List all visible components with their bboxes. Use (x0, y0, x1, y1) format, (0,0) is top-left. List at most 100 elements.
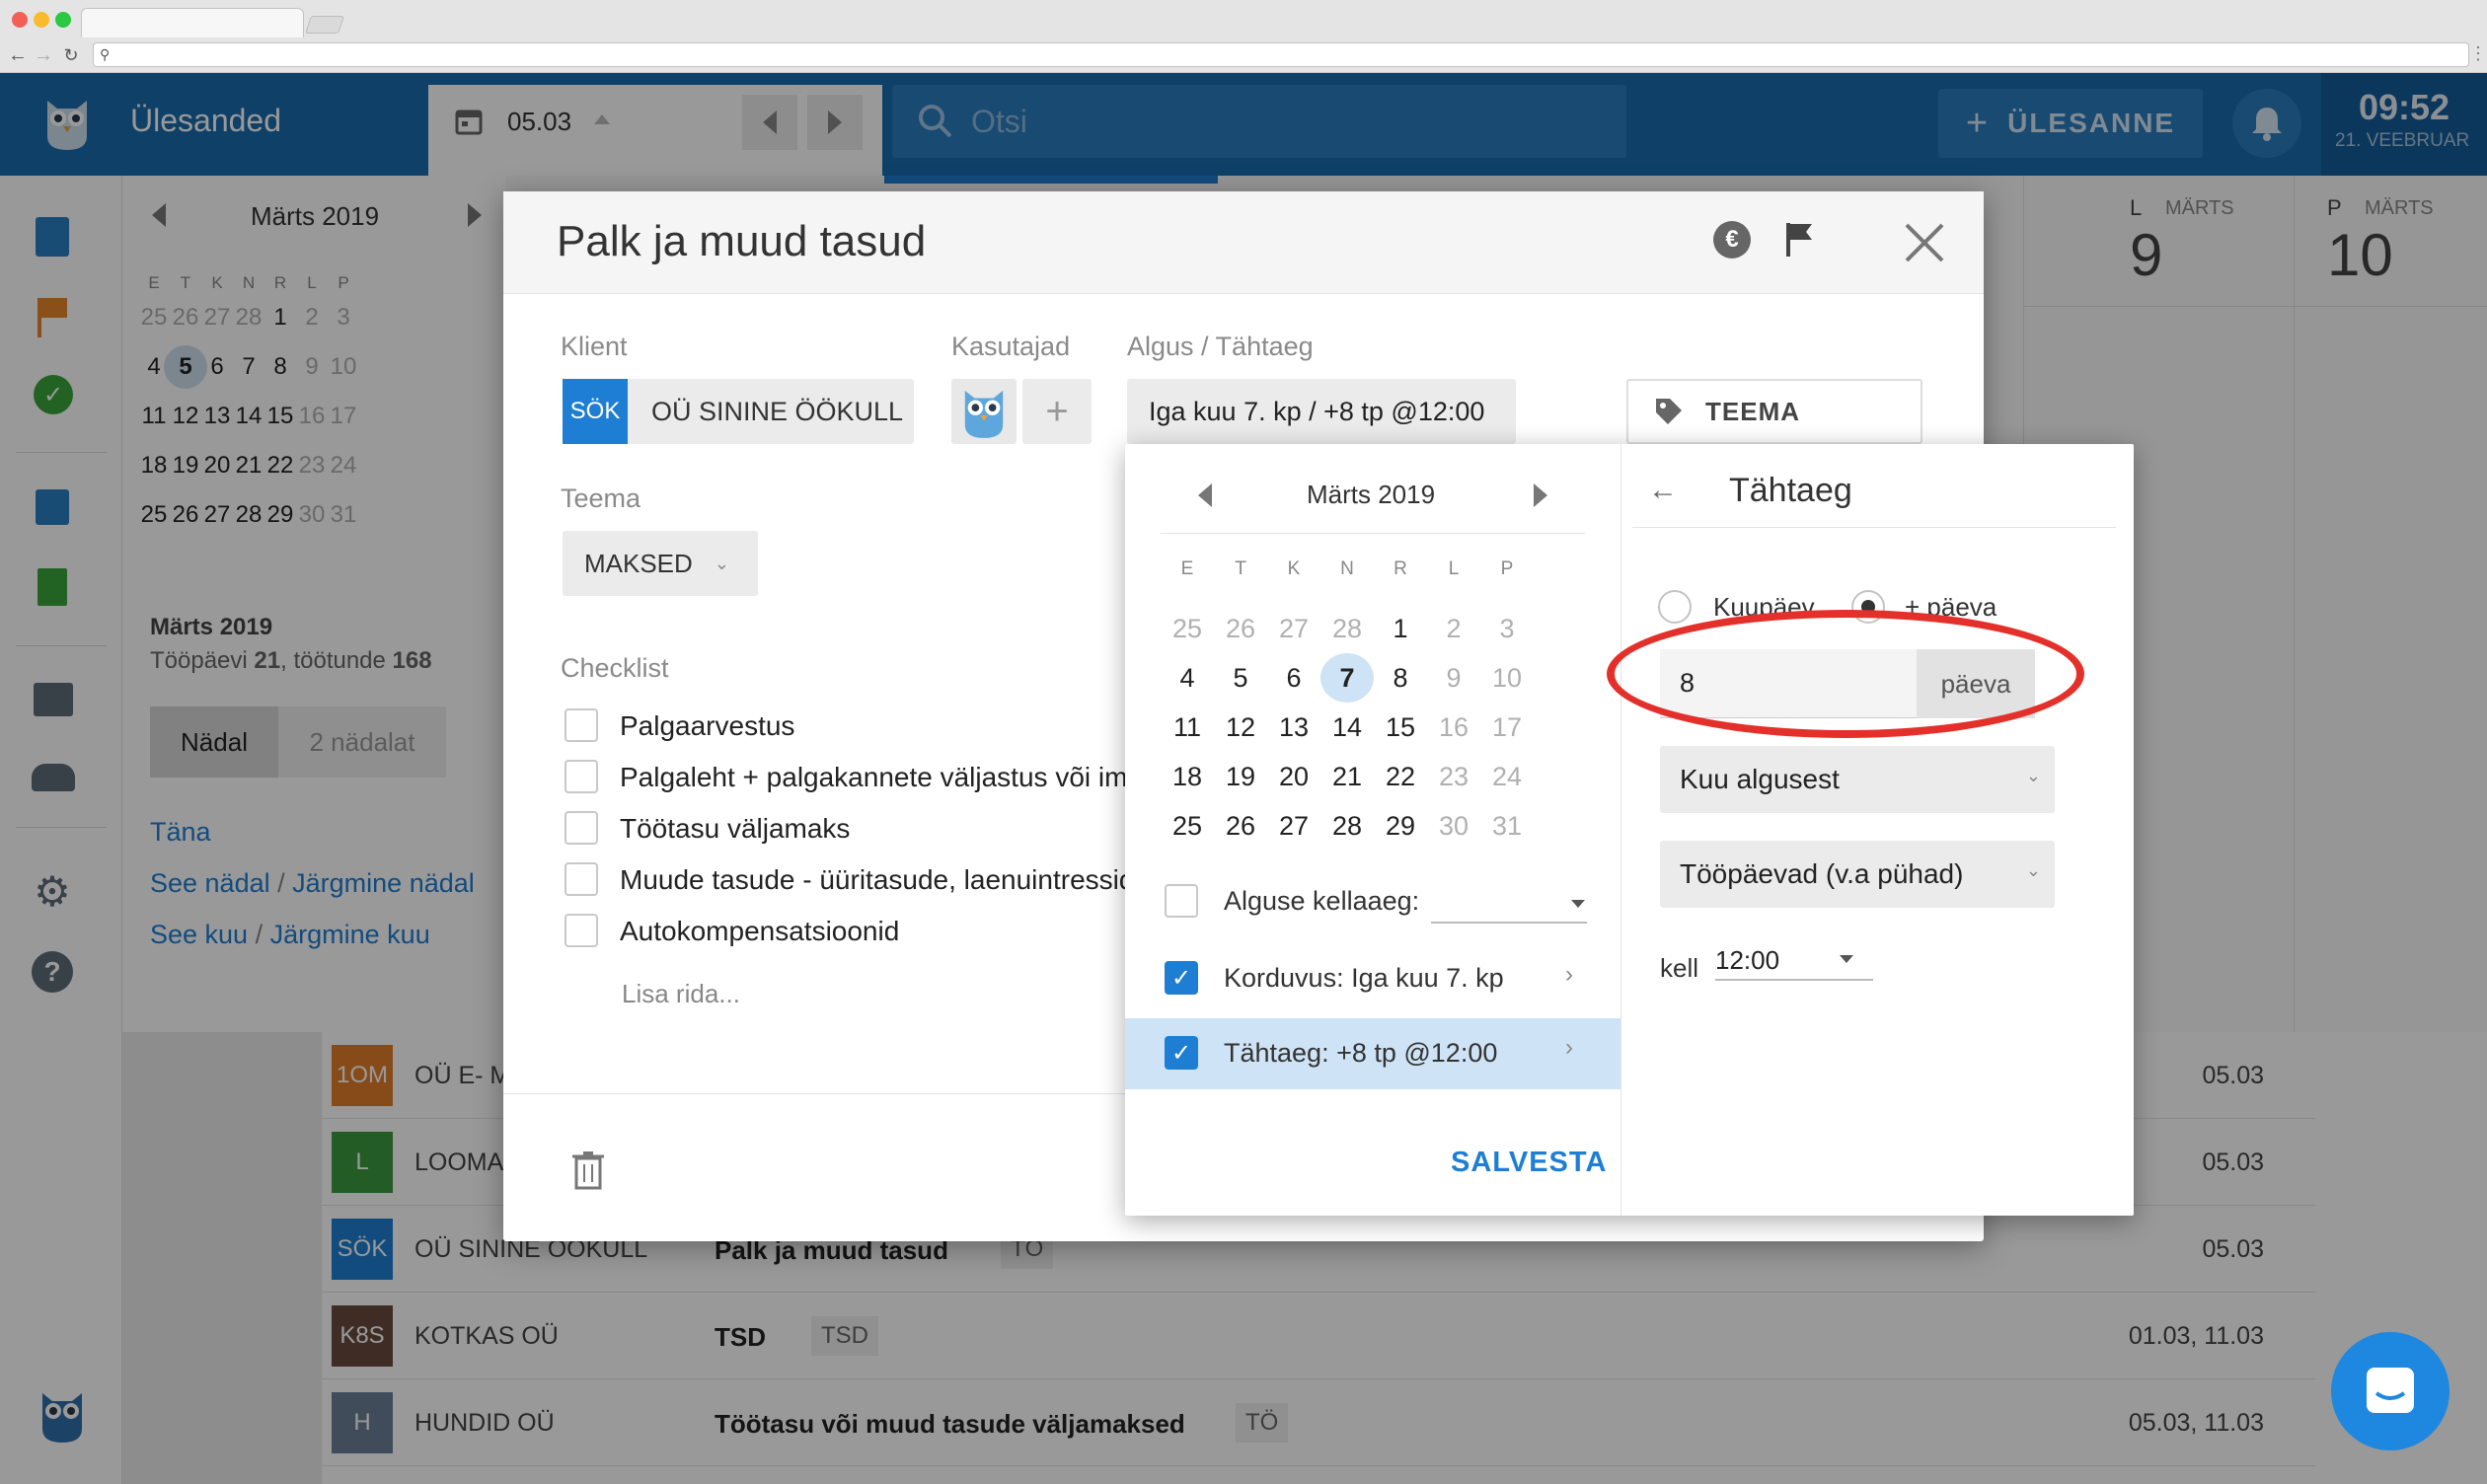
flag-icon[interactable] (1784, 221, 1814, 259)
time-value[interactable]: 12:00 (1715, 945, 1779, 976)
close-icon[interactable] (1903, 221, 1946, 264)
calendar-day[interactable]: 30 (1427, 801, 1480, 851)
chevron-right-icon[interactable]: › (1565, 961, 1573, 989)
checklist-checkbox[interactable] (565, 862, 598, 896)
calendar-day[interactable]: 28 (1320, 604, 1374, 653)
checklist-item[interactable]: Muude tasude - üüritasude, laenuintressi… (620, 864, 1134, 896)
calendar-day[interactable]: 26 (1214, 604, 1267, 653)
browser-chrome: ← → ↻ ⚲ ⋮ (0, 0, 2487, 73)
weekday-header: E (1180, 558, 1194, 579)
checklist-checkbox[interactable] (565, 708, 598, 742)
calendar-day[interactable]: 22 (1374, 752, 1427, 801)
checklist-item[interactable]: Töötasu väljamaks (620, 813, 850, 845)
calendar-day[interactable]: 26 (1214, 801, 1267, 851)
radio-date[interactable] (1658, 590, 1692, 624)
checklist-item[interactable]: Palgaleht + palgakannete väljastus või i… (620, 762, 1143, 793)
chevron-right-icon[interactable]: › (1565, 1034, 1573, 1062)
calendar-day[interactable]: 17 (1480, 703, 1534, 752)
calendar-day[interactable]: 27 (1267, 604, 1320, 653)
checklist-item[interactable]: Palgaarvestus (620, 710, 794, 742)
reload-icon[interactable]: ↻ (61, 45, 81, 65)
calendar-day[interactable]: 13 (1267, 703, 1320, 752)
calendar-day[interactable]: 25 (1161, 801, 1214, 851)
calendar-day[interactable]: 1 (1374, 604, 1427, 653)
add-user-button[interactable]: + (1022, 379, 1092, 444)
calendar-day[interactable]: 21 (1320, 752, 1374, 801)
calendar-day[interactable]: 9 (1427, 653, 1480, 703)
calendar-day[interactable]: 12 (1214, 703, 1267, 752)
caret-left-icon[interactable] (1198, 483, 1212, 507)
start-time-checkbox[interactable] (1165, 884, 1198, 918)
checklist-checkbox[interactable] (565, 914, 598, 947)
calendar-day[interactable]: 3 (1480, 604, 1534, 653)
calendar-day[interactable]: 20 (1267, 752, 1320, 801)
calendar-day[interactable]: 24 (1480, 752, 1534, 801)
add-row-link[interactable]: Lisa rida... (622, 979, 740, 1009)
checklist-checkbox[interactable] (565, 811, 598, 845)
maximize-window-dot[interactable] (55, 12, 71, 28)
teema-value: MAKSED (584, 548, 693, 578)
calendar-day[interactable]: 28 (1320, 801, 1374, 851)
checklist-item[interactable]: Autokompensatsioonid (620, 916, 899, 947)
deadline-popover: Märts 2019 E T K N R L P 25 26 27 28 1 2 3 4 5 6 7 8 9 10 11 1… (1125, 444, 2134, 1216)
calendar-day[interactable]: 7 (1320, 653, 1374, 703)
chat-icon (2367, 1368, 2414, 1413)
theme-button[interactable]: TEEMA (1626, 379, 1922, 444)
trash-icon[interactable] (572, 1150, 604, 1190)
deadline-label[interactable]: Tähtaeg: +8 tp @12:00 (1224, 1038, 1497, 1069)
calendar-day[interactable]: 2 (1427, 604, 1480, 653)
calendar-day[interactable]: 15 (1374, 703, 1427, 752)
caret-right-icon[interactable] (1534, 483, 1547, 507)
calendar-day[interactable]: 27 (1267, 801, 1320, 851)
user-avatar[interactable] (951, 379, 1017, 444)
time-select-underline (1715, 979, 1873, 981)
recurrence-checkbox[interactable]: ✓ (1165, 961, 1198, 995)
highlight-ellipse (1607, 610, 2084, 738)
checklist-checkbox[interactable] (565, 760, 598, 793)
deadline-checkbox[interactable]: ✓ (1165, 1036, 1198, 1070)
teema-label: Teema (561, 483, 641, 513)
dropdown-arrow-icon[interactable] (1840, 955, 1853, 963)
teema-select[interactable]: MAKSED ⌄ (563, 531, 758, 596)
time-label: kell (1660, 953, 1699, 983)
calendar-day[interactable]: 10 (1480, 653, 1534, 703)
chevron-down-icon: ⌄ (2025, 766, 2041, 785)
euro-icon[interactable]: € (1713, 221, 1751, 259)
url-bar[interactable]: ⚲ (93, 42, 2469, 67)
start-deadline-field[interactable]: Iga kuu 7. kp / +8 tp @12:00 (1127, 379, 1516, 444)
start-label: Algus / Tähtaeg (1127, 332, 1314, 361)
calendar-day[interactable]: 4 (1161, 653, 1214, 703)
weekday-header: R (1394, 558, 1407, 579)
client-name[interactable]: OÜ SININE ÖÖKULL (628, 379, 914, 444)
calendar-day[interactable]: 16 (1427, 703, 1480, 752)
forward-arrow-icon[interactable]: → (34, 44, 53, 66)
calendar-day[interactable]: 11 (1161, 703, 1214, 752)
calendar-day[interactable]: 29 (1374, 801, 1427, 851)
from-select[interactable]: Kuu algusest ⌄ (1660, 746, 2055, 813)
browser-menu-icon[interactable]: ⋮ (2469, 43, 2487, 67)
calendar-day[interactable]: 19 (1214, 752, 1267, 801)
start-time-select[interactable] (1431, 922, 1587, 924)
calendar-day[interactable]: 31 (1480, 801, 1534, 851)
back-arrow-icon[interactable]: ← (8, 44, 28, 66)
weekday-header: K (1287, 558, 1301, 579)
calendar-day[interactable]: 18 (1161, 752, 1214, 801)
browser-tab[interactable] (81, 8, 304, 37)
client-label: Klient (561, 332, 628, 361)
from-select-value: Kuu algusest (1680, 764, 1840, 794)
calendar-day[interactable]: 23 (1427, 752, 1480, 801)
new-tab-button[interactable] (305, 16, 344, 34)
calendar-day[interactable]: 25 (1161, 604, 1214, 653)
dropdown-arrow-icon[interactable] (1571, 900, 1585, 908)
calendar-day[interactable]: 5 (1214, 653, 1267, 703)
minimize-window-dot[interactable] (34, 12, 49, 28)
save-button[interactable]: SALVESTA (1451, 1147, 1607, 1179)
chat-launcher-button[interactable] (2331, 1332, 2449, 1450)
recurrence-label[interactable]: Korduvus: Iga kuu 7. kp (1224, 963, 1504, 994)
back-arrow-icon[interactable]: ← (1648, 474, 1678, 507)
calendar-day[interactable]: 8 (1374, 653, 1427, 703)
calendar-day[interactable]: 14 (1320, 703, 1374, 752)
calendar-day[interactable]: 6 (1267, 653, 1320, 703)
close-window-dot[interactable] (12, 12, 28, 28)
daytype-select[interactable]: Tööpäevad (v.a pühad) ⌄ (1660, 841, 2055, 908)
